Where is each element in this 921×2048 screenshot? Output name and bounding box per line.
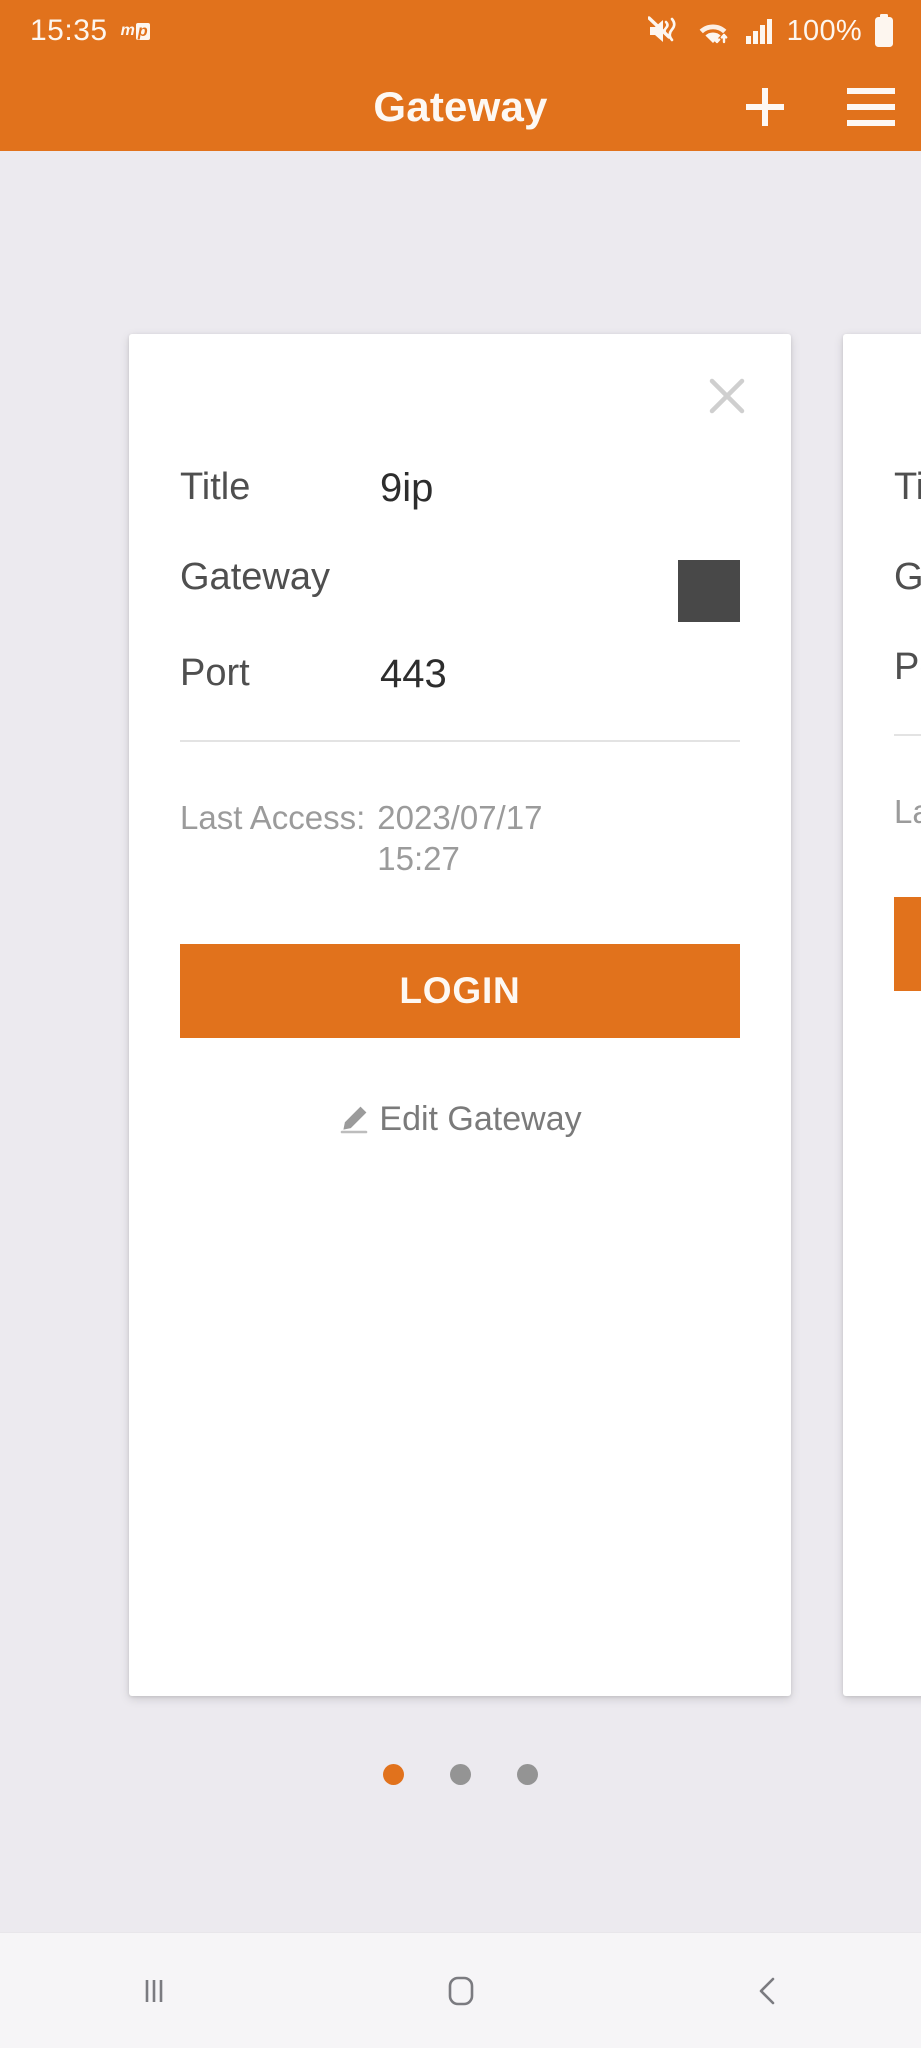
content-area: Title 9ip Gateway Port 443 Last Access:	[0, 151, 921, 1932]
close-icon	[709, 378, 745, 414]
port-label-next: Port	[894, 646, 921, 688]
edit-gateway-label: Edit Gateway	[379, 1099, 582, 1138]
app-bar-actions	[735, 77, 901, 137]
wifi-icon	[693, 16, 733, 46]
gateway-label: Gateway	[180, 556, 330, 598]
gateway-card-body: Title 9ip Gateway Port 443 Last Access:	[180, 464, 740, 1139]
title-label-next: Title	[894, 466, 921, 508]
card-divider	[180, 740, 740, 742]
mp-badge-p: p	[135, 22, 150, 40]
info-row-gateway: Gateway	[180, 554, 740, 622]
phone-screen: 15:35 mp 100% Gateway Title 9ip Gateway …	[0, 0, 921, 2048]
pencil-icon	[341, 1106, 368, 1134]
title-value: 9ip	[380, 466, 434, 510]
pagination-dot-3[interactable]	[517, 1764, 538, 1785]
status-bar-right: 100%	[647, 14, 895, 48]
gateway-value-redacted	[678, 560, 740, 622]
mute-vibrate-icon	[647, 16, 682, 46]
info-row-port-next: Port	[894, 644, 921, 706]
title-label: Title	[180, 466, 251, 508]
info-row-title-next: Title	[894, 464, 921, 526]
last-access-row: Last Access: 2023/07/17 15:27	[180, 798, 740, 880]
recents-icon	[145, 1979, 162, 2002]
mp-badge-icon: mp	[120, 22, 150, 40]
last-access-row-next: Last Access:	[894, 792, 921, 833]
status-time: 15:35	[30, 14, 108, 47]
gateway-carousel[interactable]: Title 9ip Gateway Port 443 Last Access:	[0, 334, 921, 1714]
status-bar: 15:35 mp 100%	[0, 0, 921, 62]
info-row-port: Port 443	[180, 650, 740, 712]
mp-badge-m: m	[120, 22, 135, 39]
add-gateway-button[interactable]	[735, 77, 795, 137]
edit-gateway-link[interactable]: Edit Gateway	[180, 1100, 740, 1139]
home-button[interactable]	[401, 1933, 521, 2048]
gateway-label-next: Gateway	[894, 556, 921, 598]
status-bar-left: 15:35 mp	[30, 16, 150, 46]
chevron-left-icon	[759, 1977, 774, 2004]
last-access-value: 2023/07/17 15:27	[377, 799, 543, 877]
gateway-card-next-body: Title Gateway Port Last Access:	[894, 464, 921, 991]
plus-icon	[746, 87, 784, 126]
battery-icon	[873, 14, 895, 48]
info-row-gateway-next: Gateway	[894, 554, 921, 616]
last-access-label-next: Last Access:	[894, 793, 921, 830]
recents-button[interactable]	[94, 1933, 214, 2048]
card-divider-next	[894, 734, 921, 736]
pagination-dot-1[interactable]	[383, 1764, 404, 1785]
hamburger-menu-icon	[847, 87, 895, 126]
system-nav-bar	[0, 1932, 921, 2048]
app-bar: Gateway	[0, 62, 921, 151]
signal-icon	[744, 16, 776, 46]
gateway-card[interactable]: Title 9ip Gateway Port 443 Last Access:	[129, 334, 791, 1696]
last-access-label: Last Access:	[180, 799, 366, 836]
info-row-title: Title 9ip	[180, 464, 740, 526]
home-icon	[448, 1976, 473, 2005]
pagination-dots	[0, 1764, 921, 1785]
gateway-card-next[interactable]: Title Gateway Port Last Access:	[843, 334, 921, 1696]
port-value: 443	[380, 652, 447, 696]
menu-button[interactable]	[841, 77, 901, 137]
login-button[interactable]: LOGIN	[180, 943, 740, 1038]
login-button-next[interactable]	[894, 896, 921, 991]
pagination-dot-2[interactable]	[450, 1764, 471, 1785]
back-button[interactable]	[708, 1933, 828, 2048]
close-button[interactable]	[691, 360, 763, 432]
port-label: Port	[180, 652, 250, 694]
battery-percent-label: 100%	[786, 14, 862, 47]
